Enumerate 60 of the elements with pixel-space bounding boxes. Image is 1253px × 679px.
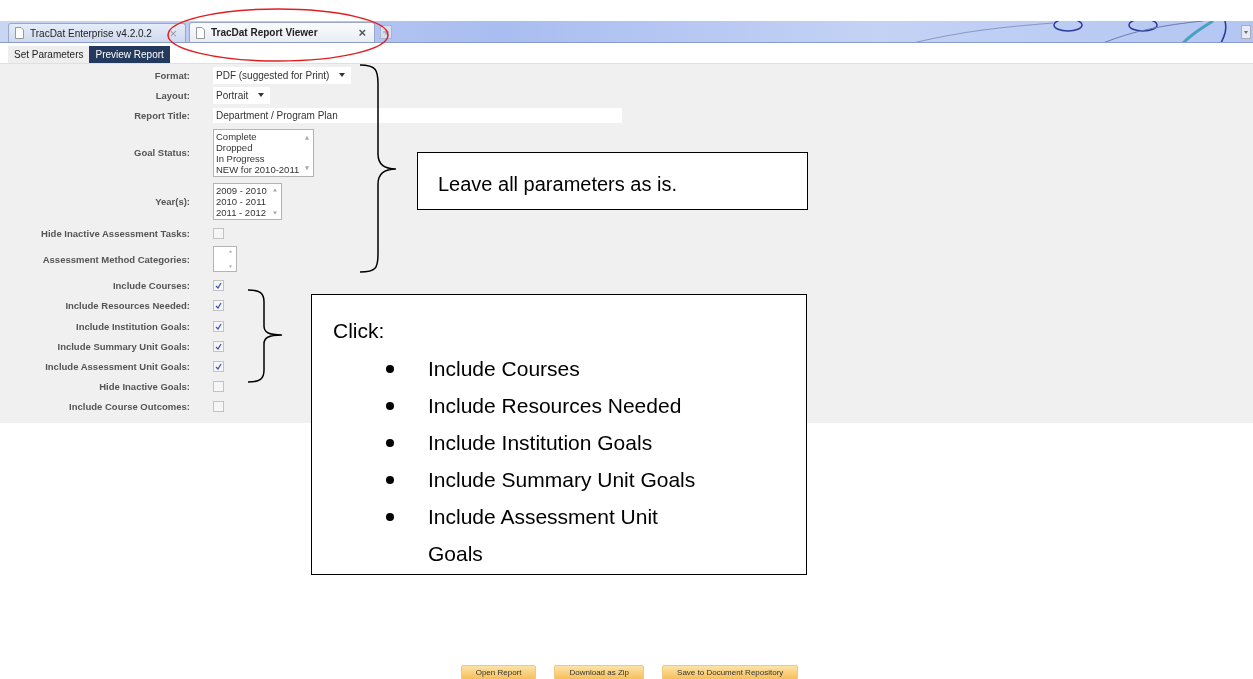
field-label: Goal Status: (134, 147, 190, 159)
callout-item: Include Summary Unit Goals (428, 467, 697, 493)
field-label: Assessment Method Categories: (42, 253, 190, 265)
checkbox[interactable] (213, 360, 224, 372)
field-label: Include Assessment Unit Goals: (45, 360, 190, 372)
checkbox[interactable] (213, 227, 224, 239)
callout-item: Include Assessment Unit Goals (428, 504, 659, 567)
list-option[interactable]: 2011 - 2012 (216, 206, 267, 218)
field-label: Include Resources Needed: (65, 300, 190, 312)
checkbox[interactable] (213, 401, 224, 413)
field-label: Include Institution Goals: (76, 320, 190, 332)
dropdown[interactable]: Portrait (213, 86, 271, 104)
list-option[interactable]: In Progress (216, 152, 300, 164)
action-button[interactable]: Open Report (460, 665, 537, 679)
list-box[interactable] (213, 246, 237, 273)
callout-item: Include Institution Goals (428, 430, 654, 456)
checkbox[interactable] (213, 381, 224, 393)
list-option[interactable]: 2010 - 2011 (216, 195, 267, 207)
text-field[interactable]: Department / Program Plan (213, 108, 622, 123)
bullet-icon (386, 402, 394, 410)
checkbox[interactable] (213, 280, 224, 292)
checkbox[interactable] (213, 340, 224, 352)
action-button[interactable]: Save to Document Repository (662, 665, 799, 679)
action-button[interactable]: Download as Zip (554, 665, 645, 679)
callout-item: Include Courses (428, 356, 581, 382)
field-label: Hide Inactive Goals: (99, 381, 190, 393)
document-icon (15, 27, 24, 39)
field-label: Report Title: (134, 110, 190, 121)
caret-icon (339, 73, 346, 78)
form-tab[interactable]: Set Parameters (8, 46, 90, 63)
bullet-icon (386, 513, 394, 521)
bullet-icon (386, 365, 394, 373)
bullet-icon (386, 476, 394, 484)
close-icon[interactable]: × (358, 25, 366, 40)
list-box[interactable]: 2009 - 2010 2010 - 2011 2011 - 2012 (213, 182, 282, 220)
dropdown[interactable]: PDF (suggested for Print) (213, 66, 352, 84)
checkbox[interactable] (213, 300, 224, 312)
browser-tab[interactable]: TracDat Enterprise v4.2.0.2 × (8, 23, 186, 42)
callout-item: Include Resources Needed (428, 393, 683, 419)
field-label: Year(s): (155, 195, 190, 207)
caret-icon (258, 93, 265, 98)
callout-heading: Click: (333, 319, 386, 343)
field-label: Include Course Outcomes: (69, 401, 190, 413)
field-label: Include Summary Unit Goals: (57, 340, 190, 352)
document-icon (196, 26, 205, 39)
field-label: Include Courses: (112, 280, 190, 292)
field-label: Layout: (155, 89, 190, 101)
field-label: Format: (154, 69, 190, 81)
new-tab-icon[interactable] (380, 24, 392, 39)
browser-tab[interactable]: TracDat Report Viewer × (189, 22, 375, 42)
bullet-icon (386, 439, 394, 447)
list-option[interactable]: Dropped (216, 141, 300, 153)
form-tab[interactable]: Preview Report (89, 46, 170, 63)
list-option[interactable]: NEW for 2010-2011 (216, 163, 300, 175)
list-option[interactable]: 2009 - 2010 (216, 184, 267, 196)
callout-box: Leave all parameters as is. (417, 152, 808, 210)
list-option[interactable]: Complete (216, 130, 300, 142)
checkbox[interactable] (213, 320, 224, 332)
field-label: Hide Inactive Assessment Tasks: (41, 227, 190, 239)
list-box[interactable]: Complete Dropped In Progress NEW for 2010-2011 (213, 128, 315, 177)
